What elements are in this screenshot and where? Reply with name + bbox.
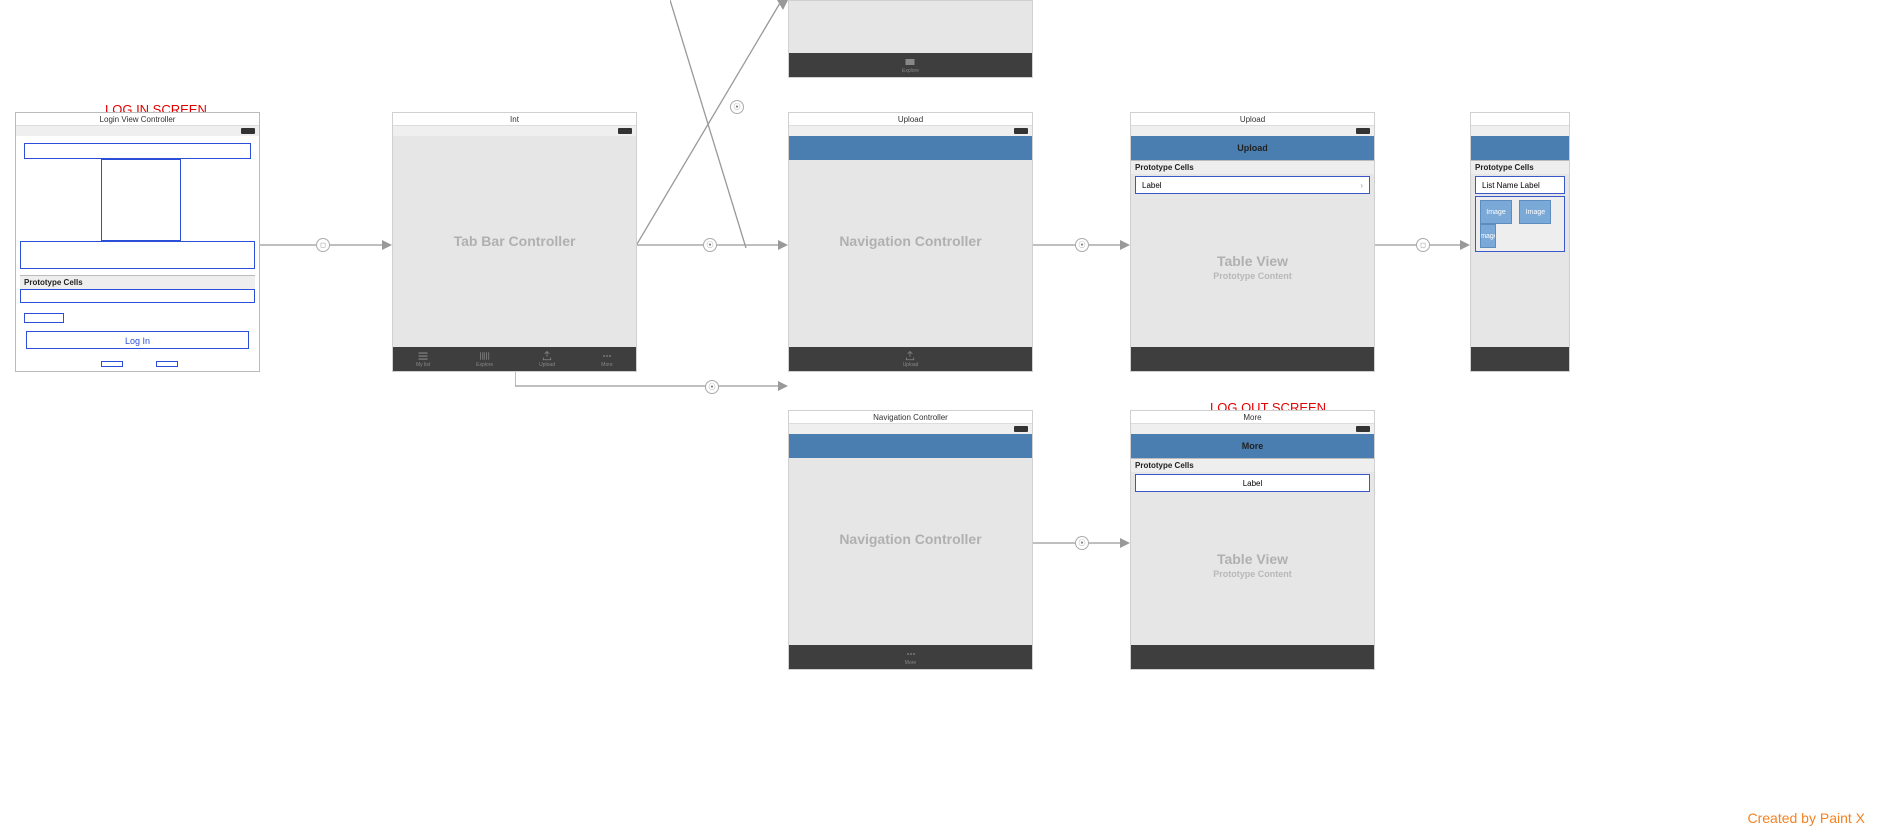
segue-tabbar-to-nav-more <box>515 372 788 552</box>
scene-nav-more[interactable]: Navigation Controller Navigation Control… <box>788 410 1033 670</box>
segue-badge-icon: ⦿ <box>730 100 744 114</box>
scene-table-more[interactable]: More More Prototype Cells Label Table Vi… <box>1130 410 1375 670</box>
nav-bar <box>789 434 1032 458</box>
status-bar <box>16 126 259 136</box>
list-name-label: List Name Label <box>1482 181 1540 190</box>
tab-upload[interactable]: Upload <box>539 351 555 368</box>
status-bar <box>1471 126 1569 136</box>
segue-badge-icon: ◻ <box>1416 238 1430 252</box>
tab-upload[interactable]: Upload <box>903 351 919 368</box>
battery-icon <box>1014 128 1028 134</box>
prototype-cells-header: Prototype Cells <box>1131 160 1374 174</box>
battery-icon <box>1356 128 1370 134</box>
prototype-cells-header: Prototype Cells <box>20 275 255 289</box>
scene-login[interactable]: Login View Controller Prototype Cells Lo… <box>15 112 260 372</box>
battery-icon <box>618 128 632 134</box>
login-button[interactable]: Log In <box>26 331 249 349</box>
segue-badge-icon: ⦿ <box>1075 536 1089 550</box>
image-chip-1[interactable]: Image <box>1480 200 1512 224</box>
tab-more[interactable]: More <box>905 649 917 666</box>
battery-icon <box>1014 426 1028 432</box>
status-bar <box>393 126 636 136</box>
status-bar <box>789 424 1032 434</box>
status-bar <box>1131 424 1374 434</box>
segue-badge-icon: ⦿ <box>705 380 719 394</box>
segue-tabbar-to-top-b <box>670 0 790 252</box>
scene-title: Login View Controller <box>16 113 259 126</box>
cell-label: Label <box>1243 479 1263 488</box>
tab-mylist[interactable]: My list <box>416 351 430 368</box>
tab-bar <box>1131 347 1374 371</box>
prototype-cells-header: Prototype Cells <box>1471 160 1569 174</box>
small-input[interactable] <box>24 313 64 323</box>
image-chip-2[interactable]: Image <box>1519 200 1551 224</box>
image-chip-3[interactable]: Image <box>1480 224 1496 248</box>
chevron-right-icon: › <box>1360 181 1363 190</box>
scene-title: Navigation Controller <box>789 411 1032 424</box>
tab-bar: Upload <box>789 347 1032 371</box>
scene-explore-clip[interactable]: Explore <box>788 0 1033 78</box>
placeholder-label: Table View <box>1131 551 1374 567</box>
cell-label: Label <box>1142 181 1162 190</box>
more-icon <box>601 351 613 361</box>
tab-bar: Explore <box>789 53 1032 77</box>
scene-tabbar[interactable]: Int Tab Bar Controller My list Explore U… <box>392 112 637 372</box>
placeholder-label: Navigation Controller <box>789 531 1032 547</box>
status-bar <box>1131 126 1374 136</box>
scene-title: Upload <box>1131 113 1374 126</box>
segue-badge-icon: ◻ <box>316 238 330 252</box>
tab-bar: My list Explore Upload More <box>393 347 636 371</box>
prototype-cell[interactable]: Label › <box>1135 176 1370 194</box>
prototype-cells-header: Prototype Cells <box>1131 458 1374 472</box>
segue-badge-icon: ⦿ <box>1075 238 1089 252</box>
tab-explore[interactable]: Explore <box>476 351 493 368</box>
more-icon <box>905 649 917 659</box>
share-icon <box>904 351 916 361</box>
image-box <box>101 159 181 241</box>
tab-bar: More <box>789 645 1032 669</box>
list-icon <box>417 351 429 361</box>
scene-title: Int <box>393 113 636 126</box>
tab-explore[interactable]: Explore <box>902 57 919 74</box>
status-bar <box>789 126 1032 136</box>
nav-bar <box>789 136 1032 160</box>
prototype-cell[interactable] <box>20 289 255 303</box>
home-ind-1 <box>101 361 123 367</box>
scene-list-detail-clip[interactable]: Prototype Cells List Name Label Image Im… <box>1470 112 1570 372</box>
header-box <box>24 143 251 159</box>
battery-icon <box>1356 426 1370 432</box>
list-name-cell[interactable]: List Name Label <box>1475 176 1565 194</box>
scene-table-upload[interactable]: Upload Upload Prototype Cells Label › Ta… <box>1130 112 1375 372</box>
placeholder-sub: Prototype Content <box>1131 569 1374 579</box>
placeholder-label: Tab Bar Controller <box>393 233 636 249</box>
tab-bar <box>1471 347 1569 371</box>
nav-bar: More <box>1131 434 1374 458</box>
placeholder-label: Navigation Controller <box>789 233 1032 249</box>
nav-bar <box>1471 136 1569 160</box>
footer-credit: Created by Paint X <box>1747 810 1865 826</box>
tab-more[interactable]: More <box>601 351 613 368</box>
nav-bar: Upload <box>1131 136 1374 160</box>
placeholder-sub: Prototype Content <box>1131 271 1374 281</box>
tab-bar <box>1131 645 1374 669</box>
prototype-cell[interactable]: Label <box>1135 474 1370 492</box>
image-row: Image Image Image <box>1475 196 1565 252</box>
field-box[interactable] <box>20 241 255 269</box>
battery-icon <box>241 128 255 134</box>
scene-title <box>1471 113 1569 126</box>
scene-title: Upload <box>789 113 1032 126</box>
storyboard-canvas[interactable]: LOG IN SCREEN LOG OUT SCREEN Explore Log… <box>0 0 1885 836</box>
segue-tabbar-to-top <box>637 0 788 250</box>
barcode-icon <box>479 351 491 361</box>
arrow-tip-more <box>776 530 788 550</box>
scene-nav-upload[interactable]: Upload Navigation Controller Upload <box>788 112 1033 372</box>
scene-title: More <box>1131 411 1374 424</box>
home-ind-2 <box>156 361 178 367</box>
segue-badge-icon: ⦿ <box>703 238 717 252</box>
placeholder-label: Table View <box>1131 253 1374 269</box>
share-icon <box>541 351 553 361</box>
